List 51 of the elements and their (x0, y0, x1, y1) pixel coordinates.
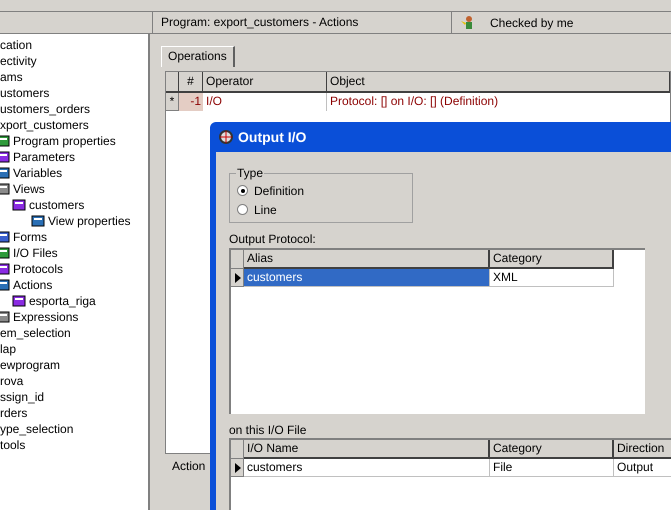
radio-button[interactable]: Definition (237, 181, 412, 200)
table-cell: File (490, 459, 614, 477)
column-header[interactable]: Operator (203, 72, 327, 93)
tree-item[interactable]: lap (0, 340, 16, 358)
tree-item[interactable]: rova (0, 372, 24, 390)
tree-item[interactable]: Expressions (13, 308, 78, 326)
table-cell: -1 (179, 93, 203, 111)
tree-item[interactable]: esporta_riga (29, 292, 96, 310)
dialog-title: Output I/O (238, 128, 306, 147)
column-header[interactable]: Category (490, 440, 614, 459)
column-header[interactable]: Alias (244, 250, 490, 269)
tree-item[interactable]: cation (0, 36, 32, 54)
tree-item[interactable]: ams (0, 68, 23, 86)
tree-item[interactable]: ectivity (0, 52, 37, 70)
section-label: Output Protocol: (229, 232, 317, 246)
tree-item[interactable]: View properties (48, 212, 130, 230)
tree-item[interactable]: Views (13, 180, 45, 198)
tree-item[interactable]: ustomers_orders (0, 100, 90, 118)
column-header[interactable]: # (179, 72, 203, 93)
header-title: Program: export_customers - Actions (152, 12, 452, 33)
tree-item[interactable]: tools (0, 436, 26, 454)
group-label: Type (236, 166, 264, 180)
tab[interactable]: Operations (161, 46, 235, 67)
tree-item[interactable]: Actions (13, 276, 52, 294)
radio-button[interactable]: Line (237, 200, 412, 219)
column-header[interactable]: I/O Name (244, 440, 490, 459)
tree-item[interactable]: ype_selection (0, 420, 74, 438)
table-cell: XML (490, 269, 614, 287)
status-text: Checked by me (490, 14, 574, 32)
tree-item[interactable]: Protocols (13, 260, 64, 278)
table-cell: I/O (203, 93, 327, 111)
section-label: on this I/O File (229, 423, 308, 437)
row-marker: * (166, 93, 179, 111)
column-header[interactable]: Direction (614, 440, 671, 459)
tree-item[interactable]: ustomers (0, 84, 50, 102)
table-cell: customers (244, 269, 490, 287)
table-cell-text: Protocol: [] on I/O: [] (Definition) (329, 93, 500, 110)
tree-item[interactable]: Variables (13, 164, 62, 182)
tree-item[interactable]: Program properties (13, 132, 116, 150)
column-header[interactable]: Category (490, 250, 614, 269)
tree-item[interactable]: rders (0, 404, 28, 422)
tree-item[interactable]: em_selection (0, 324, 71, 342)
tree-item[interactable]: I/O Files (13, 244, 58, 262)
tree-item[interactable]: ssign_id (0, 388, 44, 406)
tree-item[interactable]: customers (29, 196, 84, 214)
tree-item[interactable]: ewprogram (0, 356, 60, 374)
tree-item[interactable]: Forms (13, 228, 47, 246)
tree-item[interactable]: xport_customers (0, 116, 89, 134)
tree-item[interactable]: Parameters (13, 148, 76, 166)
table-cell: customers (244, 459, 490, 477)
column-header[interactable]: Object (327, 72, 670, 93)
